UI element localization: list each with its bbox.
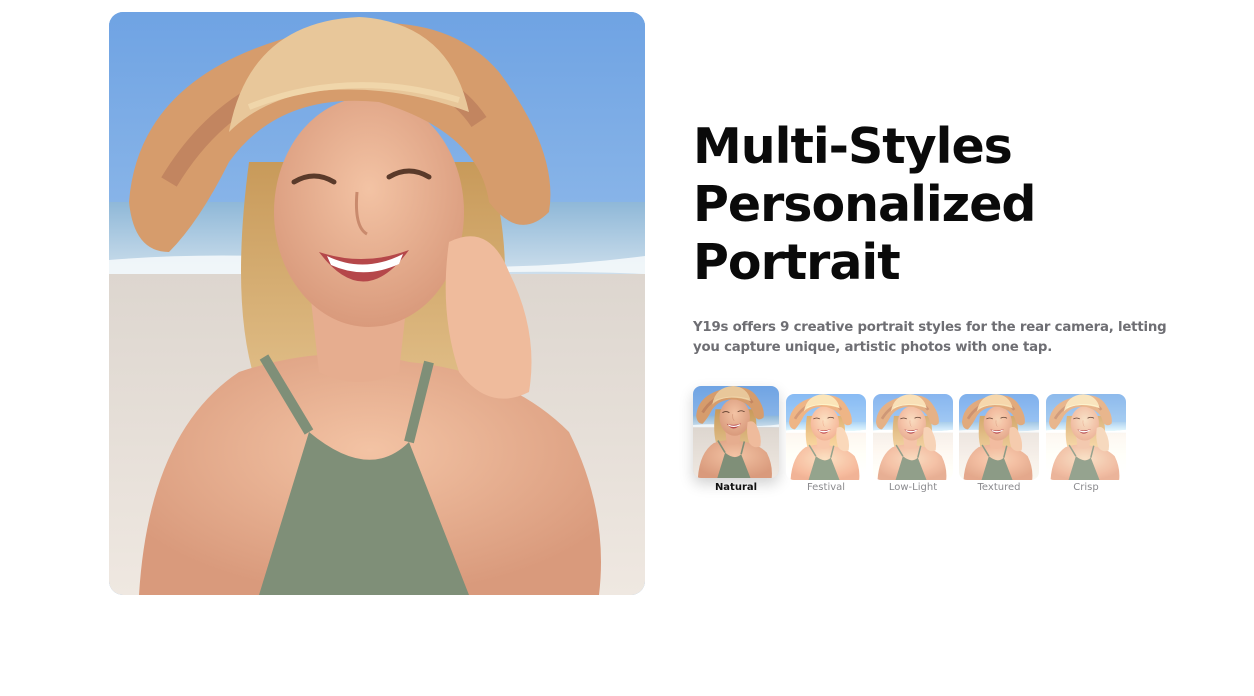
style-label-natural: Natural <box>714 482 758 493</box>
style-thumbnail-crisp[interactable] <box>1046 394 1126 480</box>
feature-description: Y19s offers 9 creative portrait styles f… <box>693 320 1167 355</box>
style-thumbnail-textured[interactable] <box>959 394 1039 480</box>
page-title: Multi-Styles Personalized Portrait <box>693 118 1213 292</box>
style-thumbnail-natural[interactable] <box>693 386 779 478</box>
style-label-festival: Festival <box>806 482 846 493</box>
style-thumbnail-low-light[interactable] <box>873 394 953 480</box>
style-label-low-light: Low-Light <box>888 482 938 493</box>
style-thumbnail-festival[interactable] <box>786 394 866 480</box>
title-line-2: Personalized <box>693 176 1037 233</box>
page: Multi-Styles Personalized Portrait Y19s … <box>0 0 1254 696</box>
style-label-textured: Textured <box>977 482 1021 493</box>
title-line-1: Multi-Styles <box>693 118 1013 175</box>
title-line-3: Portrait <box>693 234 901 291</box>
portrait-photo <box>109 12 645 595</box>
style-label-crisp: Crisp <box>1073 482 1099 493</box>
